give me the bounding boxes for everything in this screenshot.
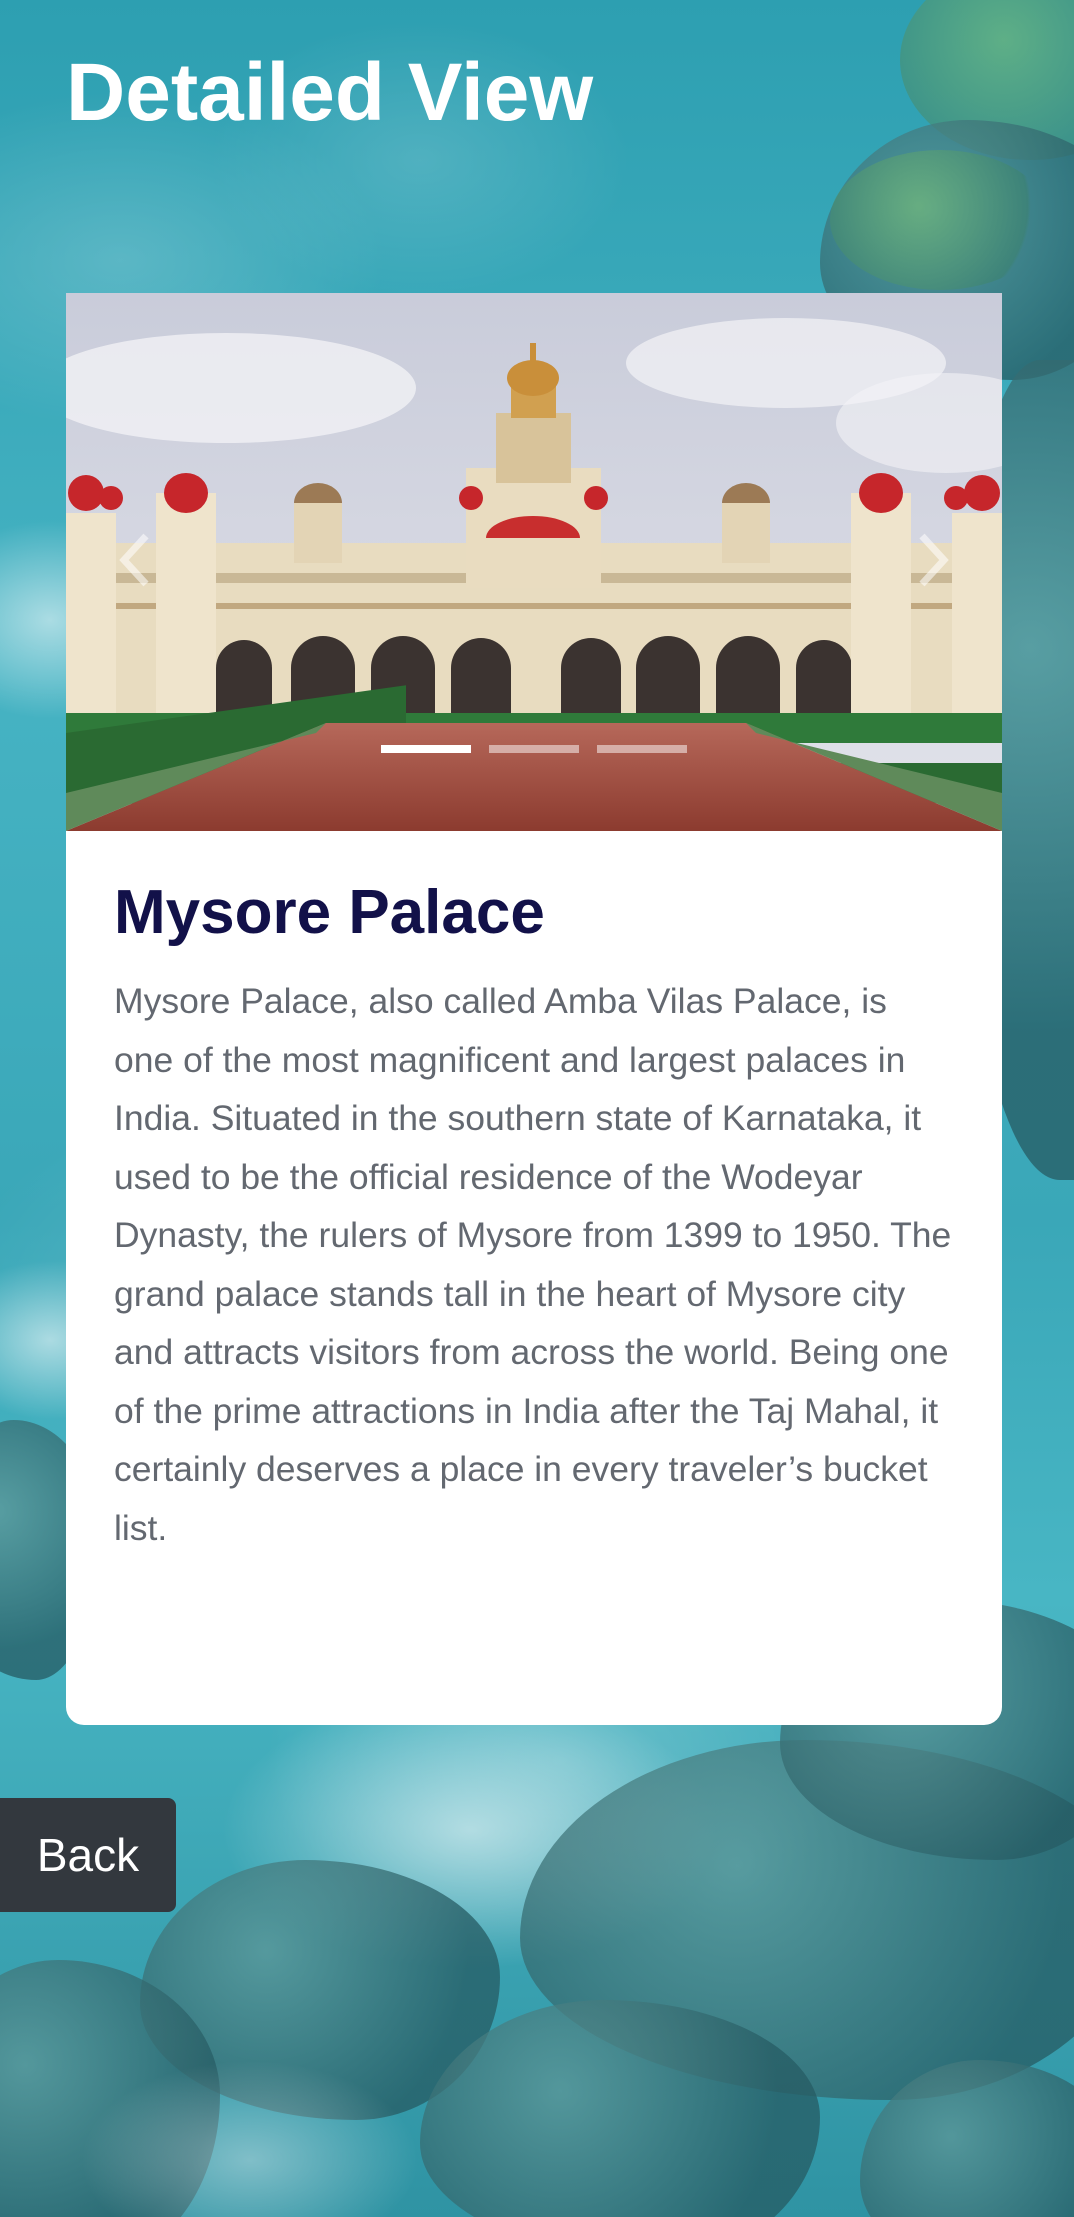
carousel-prev-button[interactable] [106,525,166,595]
back-button[interactable]: Back [0,1798,176,1912]
carousel-indicator-1[interactable] [381,745,471,753]
carousel-indicators [66,745,1002,753]
place-title: Mysore Palace [114,878,545,947]
carousel-next-button[interactable] [902,525,962,595]
chevron-right-icon [919,533,949,587]
page-title: Detailed View [66,47,594,138]
card-body: Mysore Palace Mysore Palace, also called… [66,831,1002,1557]
place-description: Mysore Palace, also called Amba Vilas Pa… [114,981,952,1548]
chevron-left-icon [119,533,149,587]
carousel-indicator-2[interactable] [489,745,579,753]
carousel-indicator-3[interactable] [597,745,687,753]
place-detail-card: Mysore Palace Mysore Palace, also called… [66,293,1002,1725]
image-carousel[interactable] [66,293,1002,831]
